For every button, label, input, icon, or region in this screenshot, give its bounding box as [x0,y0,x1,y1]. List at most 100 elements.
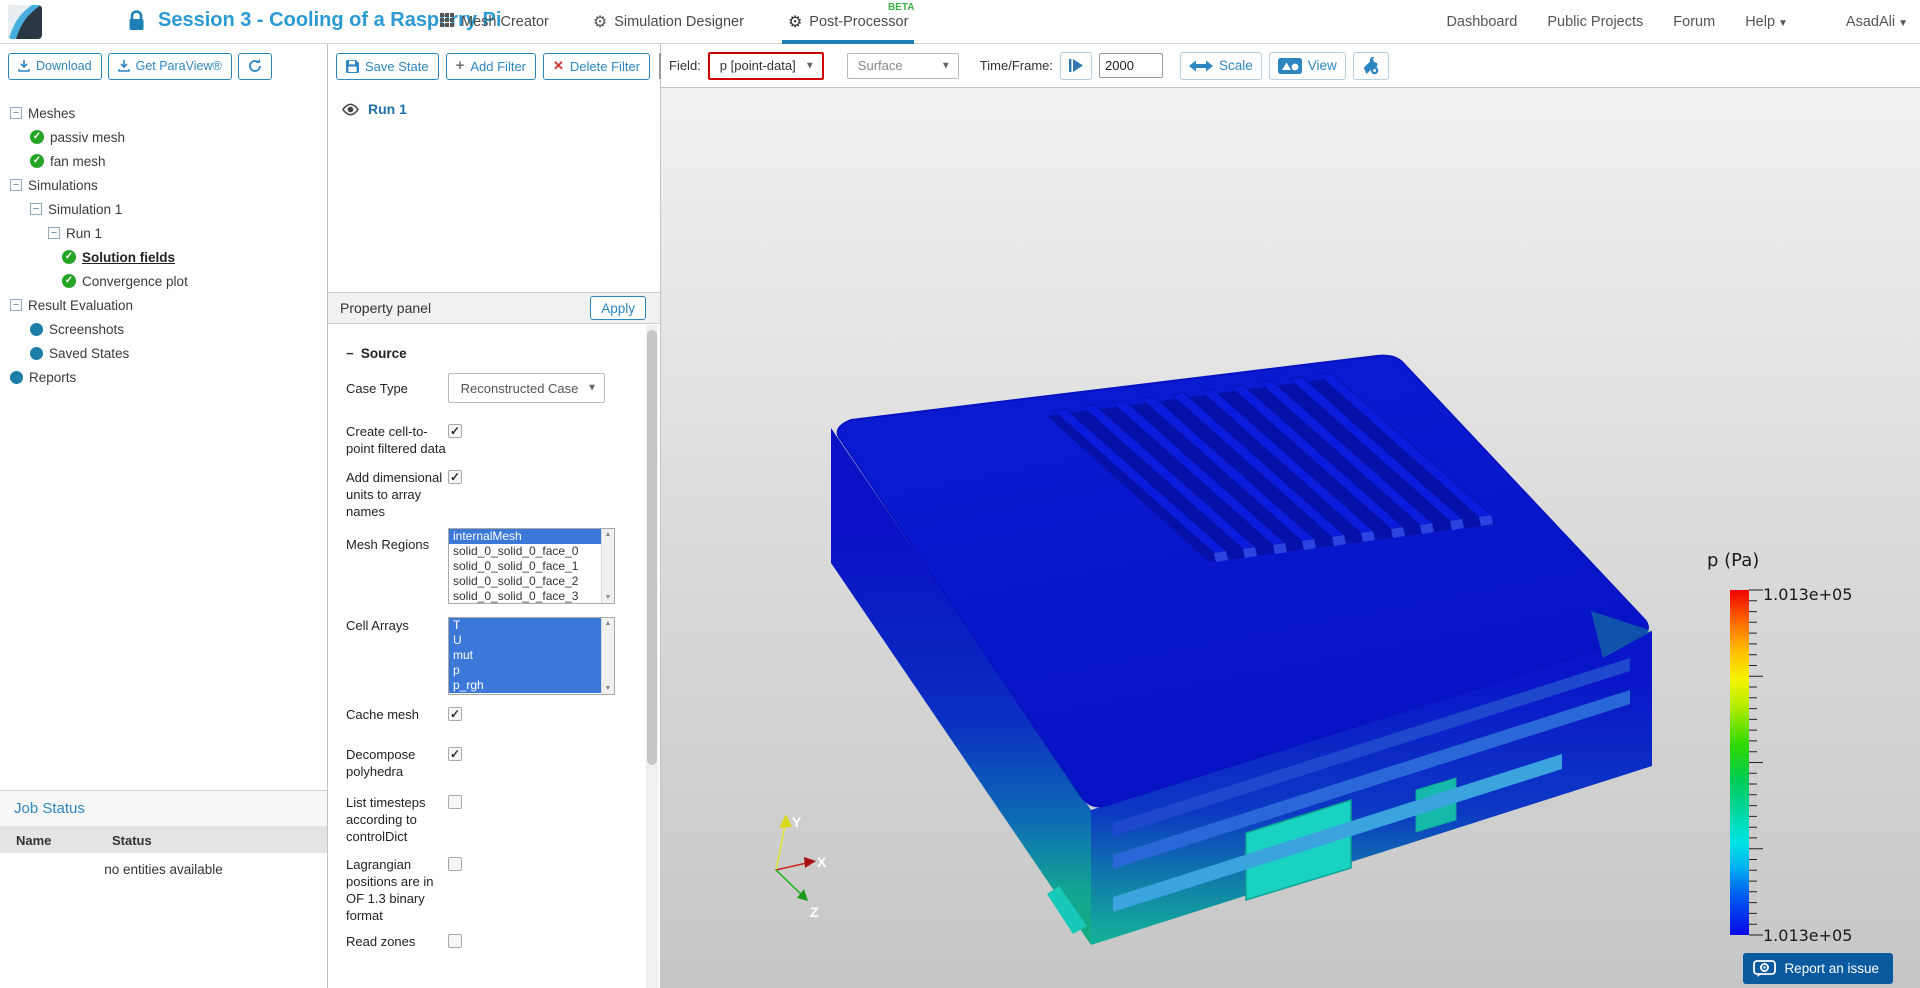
save-state-button[interactable]: Save State [336,52,439,80]
tab-mesh-creator[interactable]: Mesh Creator [440,0,549,44]
play-button[interactable] [1060,51,1092,80]
case-type-label: Case Type [346,380,408,396]
case-type-select[interactable]: Reconstructed Case ▼ [448,373,605,403]
main-tabs: Mesh Creator ⚙ Simulation Designer ⚙ Pos… [440,0,915,44]
list-item[interactable]: p_rgh [449,678,614,693]
representation-select[interactable]: Surface ▼ [846,52,959,79]
job-status-panel: Job Status Name Status no entities avail… [0,790,327,988]
user-menu[interactable]: AsadAli ▼ [1846,14,1908,30]
color-legend[interactable]: p (Pa) 1.013e+05 1.013e+05 [1707,550,1852,945]
render-settings-button[interactable] [1352,51,1389,80]
axis-x-label: X [817,854,827,870]
tree-item-passiv-mesh[interactable]: ✓ passiv mesh [0,125,327,149]
render-view: Field: p [point-data] ▼ Surface ▼ Time/F… [661,44,1920,988]
tree-item-fan-mesh[interactable]: ✓ fan mesh [0,149,327,173]
collapse-icon[interactable]: − [346,346,354,361]
eye-icon[interactable] [341,103,360,116]
list-item[interactable]: U [449,633,614,648]
collapse-icon[interactable]: − [10,107,22,119]
legend-title: p (Pa) [1707,550,1759,571]
tree-item-result-evaluation[interactable]: − Result Evaluation [0,293,327,317]
grid-icon [440,13,454,31]
render-scene[interactable]: Y X Z p (Pa) 1.013e+05 1.013e+05 Report … [661,88,1920,988]
cache-mesh-checkbox[interactable] [448,707,462,721]
tree-item-simulations[interactable]: − Simulations [0,173,327,197]
nav-forum[interactable]: Forum [1673,14,1715,30]
list-timesteps-label: List timesteps according to controlDict [346,795,426,844]
app-screen: Session 3 - Cooling of a Rasperry Pi Mes… [0,0,1920,988]
tree-item-solution-fields[interactable]: ✓ Solution fields [0,245,327,269]
scrollbar-thumb[interactable] [647,330,657,765]
mesh-regions-label: Mesh Regions [346,537,430,552]
collapse-icon[interactable]: − [30,203,42,215]
list-item[interactable]: solid_0_solid_0_face_2 [449,574,614,589]
field-select[interactable]: p [point-data] ▼ [707,51,824,80]
source-section-header[interactable]: − Source [346,346,660,361]
get-paraview-button[interactable]: Get ParaView® [107,52,232,80]
cache-mesh-label: Cache mesh [346,707,419,722]
download-icon [18,60,30,72]
pipeline-item-run-1[interactable]: Run 1 [328,97,660,121]
scale-button[interactable]: Scale [1180,51,1262,80]
tree-item-run-1[interactable]: − Run 1 [0,221,327,245]
listbox-scrollbar[interactable]: ▲ ▼ [601,529,614,603]
legend-min: 1.013e+05 [1763,926,1852,945]
property-panel-body: − Source Case Type Reconstructed Case ▼ … [328,325,660,988]
add-filter-button[interactable]: + Add Filter [445,52,537,80]
mesh-regions-listbox[interactable]: internalMesh solid_0_solid_0_face_0 soli… [448,528,615,604]
view-button[interactable]: View [1268,51,1346,80]
gears-icon: ⚙ [592,14,608,31]
download-button[interactable]: Download [8,52,102,80]
list-item[interactable]: solid_0_solid_0_face_0 [449,544,614,559]
tree-item-simulation-1[interactable]: − Simulation 1 [0,197,327,221]
property-panel-header: Property panel Apply [328,292,660,324]
model-3d[interactable] [831,354,1652,945]
tree-item-screenshots[interactable]: Screenshots [0,317,327,341]
create-cell-to-point-label: Create cell-to-point filtered data [346,424,446,456]
scroll-up-icon: ▲ [604,620,612,627]
tree-item-convergence-plot[interactable]: ✓ Convergence plot [0,269,327,293]
property-panel-scrollbar[interactable] [646,325,658,988]
simscale-logo-icon[interactable] [8,5,42,39]
read-zones-label: Read zones [346,934,416,949]
post-processor-panel: Save State + Add Filter ✕ Delete Filter … [328,44,661,988]
collapse-icon[interactable]: − [10,299,22,311]
left-toolbar: Download Get ParaView® [0,44,327,88]
list-item[interactable]: solid_0_solid_0_face_1 [449,559,614,574]
refresh-button[interactable] [237,52,272,80]
top-header: Session 3 - Cooling of a Rasperry Pi Mes… [0,0,1920,44]
list-timesteps-checkbox[interactable] [448,795,462,809]
create-cell-to-point-checkbox[interactable] [448,424,462,438]
tab-simulation-designer[interactable]: ⚙ Simulation Designer [593,0,744,44]
filter-toolbar: Save State + Add Filter ✕ Delete Filter [328,44,661,88]
list-item[interactable]: p [449,663,614,678]
listbox-scrollbar[interactable]: ▲ ▼ [601,618,614,694]
delete-filter-button[interactable]: ✕ Delete Filter [543,52,650,80]
tree-item-reports[interactable]: Reports [0,365,327,389]
nav-dashboard[interactable]: Dashboard [1446,14,1517,30]
list-item[interactable]: T [449,618,614,633]
chevron-down-icon: ▼ [1898,18,1908,29]
check-circle-icon: ✓ [30,130,44,144]
tab-label: Mesh Creator [461,14,549,30]
nav-help[interactable]: Help ▼ [1745,14,1788,30]
report-issue-button[interactable]: Report an issue [1743,953,1893,984]
add-dimensional-units-checkbox[interactable] [448,470,462,484]
list-item[interactable]: internalMesh [449,529,614,544]
collapse-icon[interactable]: − [10,179,22,191]
tab-label: Post-Processor [809,14,909,30]
decompose-polyhedra-checkbox[interactable] [448,747,462,761]
cell-arrays-listbox[interactable]: T U mut p p_rgh ▲ ▼ [448,617,615,695]
tab-post-processor[interactable]: ⚙ Post-Processor BETA [781,0,915,44]
collapse-icon[interactable]: − [48,227,60,239]
gear-icon: ⚙ [787,14,803,31]
tree-item-saved-states[interactable]: Saved States [0,341,327,365]
nav-public-projects[interactable]: Public Projects [1547,14,1643,30]
tree-item-meshes[interactable]: − Meshes [0,101,327,125]
list-item[interactable]: mut [449,648,614,663]
lagrangian-positions-checkbox[interactable] [448,857,462,871]
list-item[interactable]: solid_0_solid_0_face_3 [449,589,614,603]
read-zones-checkbox[interactable] [448,934,462,948]
apply-button[interactable]: Apply [590,296,646,320]
time-frame-input[interactable] [1099,53,1163,78]
